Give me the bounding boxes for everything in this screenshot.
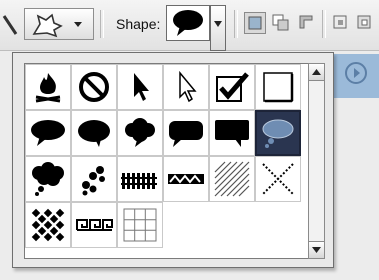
toolbar-divider xyxy=(234,10,238,38)
checkbox-checked-icon xyxy=(216,72,249,102)
add-to-shape-button[interactable] xyxy=(270,12,292,34)
arrow-pointer-outline-icon xyxy=(179,70,197,103)
chevron-down-icon xyxy=(214,21,222,27)
subtract-shape-button[interactable] xyxy=(296,12,318,34)
arrow-pointer-icon xyxy=(134,73,149,101)
greek-key-icon xyxy=(76,219,113,231)
shape-cell-arrow-pointer-outline[interactable] xyxy=(163,64,209,110)
thought-bubble-icon xyxy=(125,118,155,147)
scroll-down-button[interactable] xyxy=(309,241,324,258)
diagonal-hatch-icon xyxy=(214,161,250,197)
shape-cell-speech-bubble-rect[interactable] xyxy=(209,110,255,156)
shape-cell-diagonal-hatch[interactable] xyxy=(209,156,255,202)
shape-cell-thought-bubble-selected[interactable] xyxy=(255,110,301,156)
shape-cell-fire[interactable] xyxy=(25,64,71,110)
shape-cell-cross-dots[interactable] xyxy=(255,156,301,202)
speech-bubble-round-icon xyxy=(78,120,110,147)
fence-icon xyxy=(121,173,157,189)
blank-square-icon xyxy=(263,72,294,103)
new-layer-button[interactable] xyxy=(244,12,266,34)
exclude-shape-icon xyxy=(357,15,371,29)
side-panel-button[interactable] xyxy=(333,54,379,98)
subtract-shape-icon xyxy=(299,15,313,29)
speech-bubble-icon xyxy=(173,10,203,36)
shape-cell-grid[interactable] xyxy=(117,202,163,248)
shape-grid-scrollbar[interactable] xyxy=(308,63,325,259)
shape-cell-thought-bubble[interactable] xyxy=(117,110,163,156)
shape-dropdown-button[interactable] xyxy=(210,5,226,51)
tool-preset-picker[interactable] xyxy=(24,8,94,40)
shape-label: Shape: xyxy=(116,16,161,32)
shape-cell-checkbox-checked[interactable] xyxy=(209,64,255,110)
shape-cell-checker-diamond[interactable] xyxy=(25,202,71,248)
chevron-down-icon xyxy=(312,247,321,253)
shape-cell-speech-bubble-oval[interactable] xyxy=(25,110,71,156)
custom-shape-icon xyxy=(32,13,63,38)
shape-cell-arrow-pointer[interactable] xyxy=(117,64,163,110)
chevron-down-icon xyxy=(74,22,82,27)
options-toolbar: Shape: xyxy=(0,0,379,51)
add-to-shape-icon xyxy=(272,14,289,31)
paw-prints-icon xyxy=(82,166,105,196)
no-sign-icon xyxy=(79,72,109,102)
shape-cell-speech-bubble-rounded-rect[interactable] xyxy=(163,110,209,156)
exclude-shape-button[interactable] xyxy=(354,12,376,34)
toolbar-divider xyxy=(100,10,104,38)
intersect-shape-button[interactable] xyxy=(330,12,352,34)
speech-bubble-rounded-rect-icon xyxy=(169,121,203,147)
checker-diamond-icon xyxy=(31,208,65,242)
shape-cell-paw-prints[interactable] xyxy=(71,156,117,202)
toolbar-divider xyxy=(322,10,326,38)
shape-cell-thought-bubble-large[interactable] xyxy=(25,156,71,202)
shape-cell-zigzag-border[interactable] xyxy=(163,156,209,202)
shape-grid xyxy=(24,63,311,259)
scroll-up-button[interactable] xyxy=(309,64,324,81)
thought-bubble-large-icon xyxy=(32,162,64,196)
intersect-shape-icon xyxy=(333,15,347,29)
shape-cell-greek-key[interactable] xyxy=(71,202,117,248)
thought-bubble-selected-icon xyxy=(262,119,294,148)
tool-edge-icon xyxy=(2,15,18,35)
zigzag-border-icon xyxy=(168,174,204,184)
grid-icon xyxy=(123,208,157,242)
cross-dots-icon xyxy=(262,163,294,195)
fire-icon xyxy=(35,73,61,103)
custom-shape-picker-panel xyxy=(12,52,334,268)
speech-bubble-oval-icon xyxy=(31,120,65,146)
shape-preview-button[interactable] xyxy=(166,5,210,41)
shape-cell-fence[interactable] xyxy=(117,156,163,202)
new-layer-icon xyxy=(248,16,262,30)
shape-cell-blank-square[interactable] xyxy=(255,64,301,110)
chevron-up-icon xyxy=(312,69,321,75)
shape-cell-speech-bubble-round[interactable] xyxy=(71,110,117,156)
speech-bubble-rect-icon xyxy=(215,120,249,147)
play-circle-icon xyxy=(345,62,367,84)
shape-cell-no-sign[interactable] xyxy=(71,64,117,110)
